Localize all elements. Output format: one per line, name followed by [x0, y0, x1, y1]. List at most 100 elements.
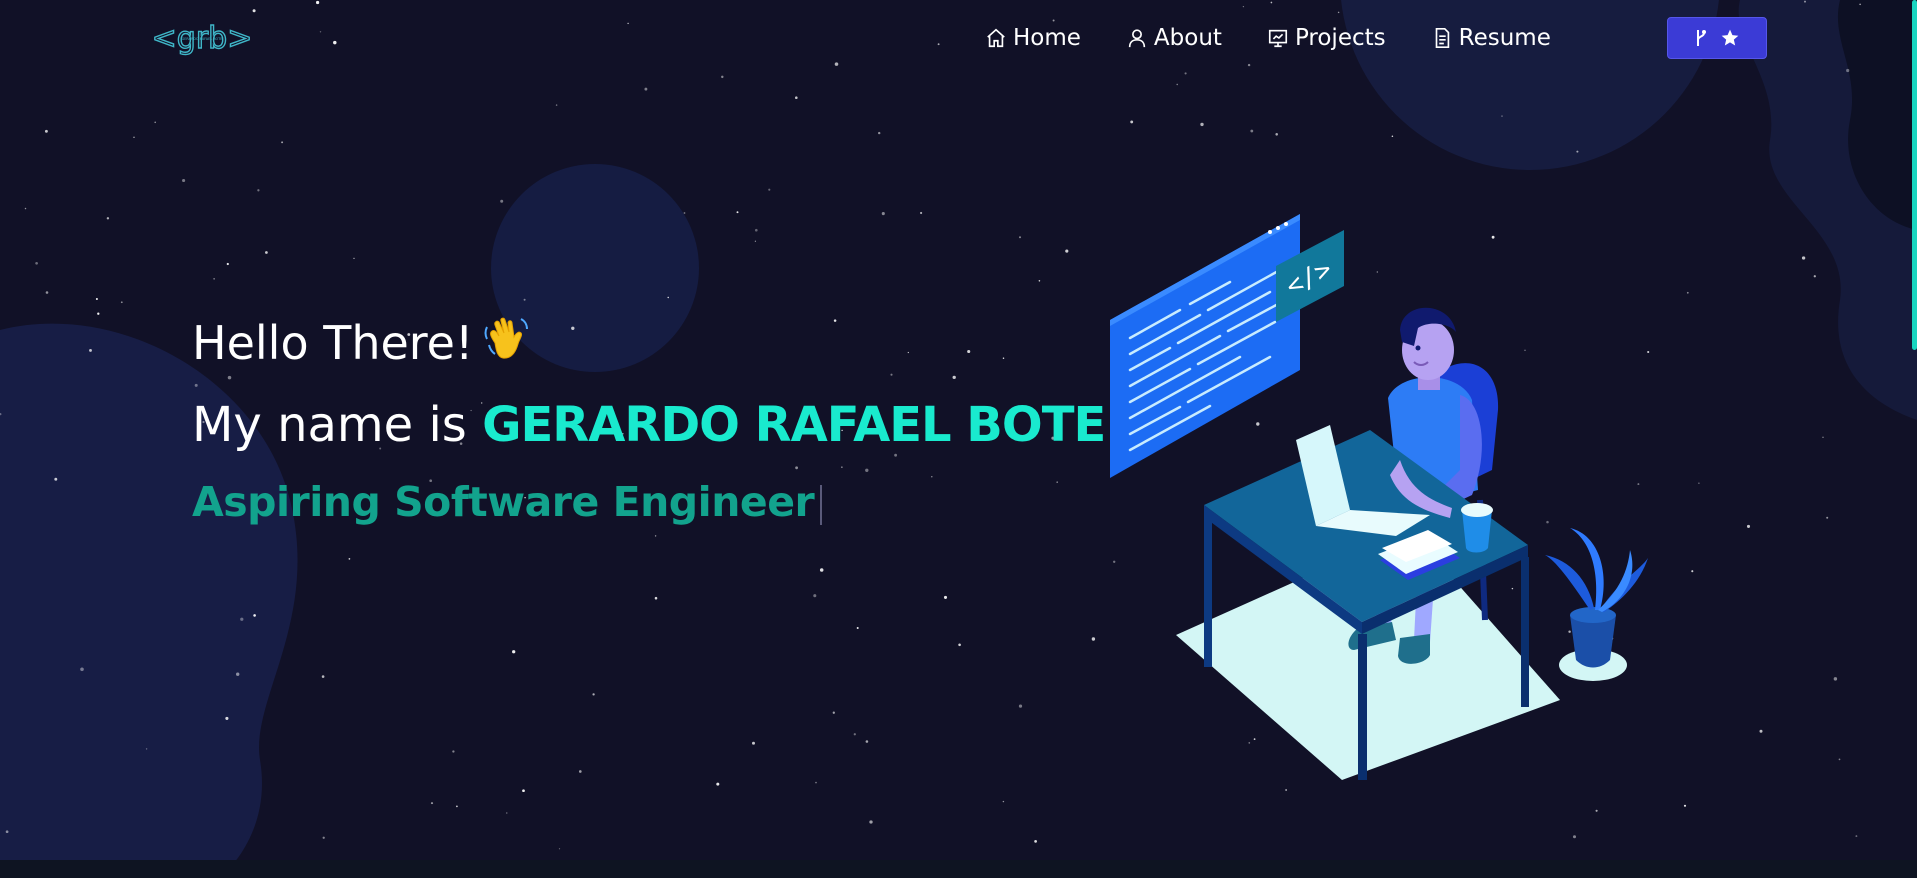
developer-illustration: </> [1110, 214, 1648, 780]
star [667, 296, 669, 299]
user-icon [1128, 29, 1146, 48]
star [1038, 280, 1041, 282]
star [506, 812, 508, 814]
star [1130, 120, 1134, 124]
star [1285, 789, 1287, 791]
star [558, 848, 561, 850]
star [35, 261, 38, 265]
star [1833, 677, 1838, 681]
star [881, 212, 885, 216]
star [555, 104, 558, 106]
star [1822, 436, 1824, 438]
star [1184, 72, 1187, 75]
star [1686, 291, 1689, 294]
star [571, 326, 575, 330]
star [1034, 840, 1037, 843]
star [456, 805, 458, 808]
nav-resume[interactable]: Resume [1431, 25, 1551, 51]
star [226, 262, 229, 266]
star [907, 351, 909, 354]
coffee-cup [1461, 503, 1493, 553]
star [890, 373, 893, 376]
nav-projects[interactable]: Projects [1267, 25, 1386, 51]
star [1018, 704, 1023, 708]
star [683, 212, 686, 214]
star [24, 207, 27, 210]
star [182, 178, 186, 183]
star [654, 596, 658, 600]
greeting-text: Hello There! [192, 316, 474, 370]
star [869, 820, 873, 824]
scrollbar[interactable] [1911, 0, 1917, 860]
star [1572, 835, 1577, 839]
star [154, 121, 156, 124]
star [257, 189, 260, 192]
star [281, 141, 284, 144]
github-fork-star-button[interactable] [1667, 17, 1767, 59]
star [1176, 83, 1178, 86]
scrollbar-thumb[interactable] [1912, 0, 1917, 350]
star [1250, 129, 1254, 133]
star [44, 129, 48, 133]
star [353, 257, 355, 260]
nav-home-label: Home [1013, 25, 1081, 51]
star [754, 240, 757, 242]
star [1855, 835, 1858, 838]
star [937, 43, 940, 46]
nav-about-label: About [1153, 25, 1222, 51]
star [1247, 63, 1251, 67]
star [1337, 11, 1340, 14]
star [1270, 1, 1273, 4]
hero-name: GERARDO RAFAEL BOTE [482, 397, 1106, 453]
star [1576, 150, 1579, 153]
star [841, 466, 843, 468]
star [1242, 5, 1245, 8]
star [500, 199, 504, 203]
star [236, 672, 240, 676]
star [80, 667, 84, 672]
star [578, 770, 582, 773]
star [1691, 570, 1694, 573]
star [878, 131, 881, 135]
star [321, 675, 325, 678]
star [754, 228, 758, 232]
star [97, 312, 100, 315]
star [523, 298, 526, 301]
code-window [1110, 214, 1300, 478]
star [512, 650, 516, 654]
site-logo[interactable]: <grb> GERARDO RAFAEL BOTE [144, 18, 260, 60]
star [89, 348, 92, 352]
star [795, 466, 799, 470]
main-nav: Home About Projects Resume [985, 17, 1596, 59]
waving-hand-icon [481, 313, 533, 380]
star [865, 468, 869, 472]
nav-home[interactable]: Home [985, 25, 1081, 51]
star [1056, 481, 1058, 483]
star [240, 617, 244, 621]
star [1759, 729, 1763, 733]
star [430, 802, 434, 805]
star [95, 297, 98, 301]
star [1846, 68, 1850, 73]
nav-about[interactable]: About [1126, 25, 1222, 51]
star [716, 782, 720, 786]
star [1813, 275, 1816, 278]
star [967, 349, 971, 354]
star [1683, 804, 1687, 807]
hero-role: Aspiring Software Engineer [192, 474, 823, 530]
name-prefix: My name is [192, 397, 483, 453]
star [0, 412, 2, 416]
star [54, 477, 58, 481]
star [45, 291, 49, 294]
star [333, 40, 337, 45]
nav-projects-label: Projects [1294, 25, 1386, 51]
star [768, 188, 771, 191]
star [522, 789, 525, 793]
star [319, 31, 322, 33]
star [1002, 357, 1005, 360]
bottom-edge-bar [0, 860, 1917, 878]
role-text: Aspiring Software Engineer [192, 478, 815, 526]
star [654, 535, 657, 537]
star [315, 0, 320, 5]
star [194, 383, 198, 387]
